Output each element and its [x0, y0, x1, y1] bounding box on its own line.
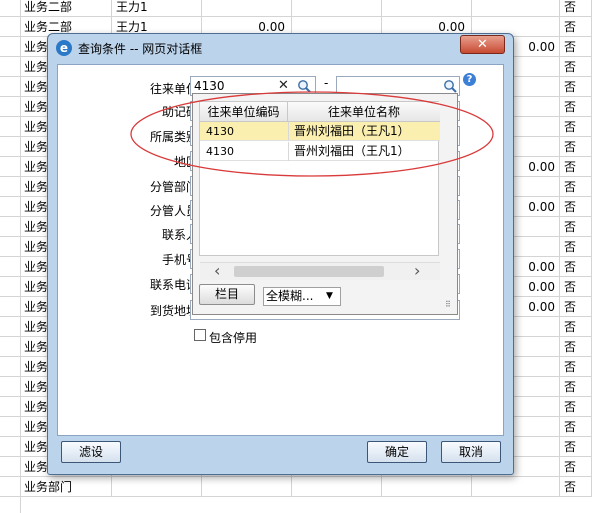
grid-cell-flag: 否 — [560, 97, 592, 117]
grid-cell-flag: 否 — [560, 417, 592, 437]
col-partner-name[interactable]: 往来单位名称 — [288, 102, 440, 122]
grid-cell-flag: 否 — [560, 0, 592, 17]
dialog-title: 查询条件 -- 网页对话框 — [78, 42, 203, 56]
magnifier-icon[interactable] — [443, 79, 457, 93]
include-disabled-checkbox[interactable] — [194, 329, 206, 341]
clear-x-icon[interactable]: ✕ — [278, 78, 289, 93]
division-label: 分管部门 — [149, 180, 198, 194]
grid-cell-flag: 否 — [560, 377, 592, 397]
mobile-label: 手机号 — [161, 253, 198, 267]
phone-label: 联系电话 — [149, 278, 198, 292]
horizontal-scrollbar[interactable]: ‹ › — [200, 262, 440, 280]
partner-results-table: 往来单位编码 往来单位名称 4130 晋州刘福田（王凡1） 4130 晋州刘福田… — [199, 101, 440, 280]
grid-cell-flag: 否 — [560, 277, 592, 297]
partner-dropdown: 往来单位编码 往来单位名称 4130 晋州刘福田（王凡1） 4130 晋州刘福田… — [192, 93, 458, 315]
grid-cell-dept: 业务二部 — [20, 0, 112, 17]
grid-cell-flag: 否 — [560, 157, 592, 177]
table-row[interactable]: 4130 晋州刘福田（王凡1） — [200, 142, 440, 161]
grid-cell-flag: 否 — [560, 437, 592, 457]
grid-cell-flag: 否 — [560, 17, 592, 37]
results-header: 往来单位编码 往来单位名称 — [200, 102, 440, 122]
grid-cell-name — [112, 477, 202, 497]
grid-cell-flag: 否 — [560, 217, 592, 237]
scroll-left-icon[interactable]: ‹ — [214, 263, 220, 279]
col-partner-code[interactable]: 往来单位编码 — [200, 102, 288, 122]
filter-button[interactable]: 滤设 — [61, 441, 121, 463]
row-name: 晋州刘福田（王凡1） — [294, 124, 410, 138]
row-separator — [288, 122, 289, 141]
grid-row: 业务部门 否 — [0, 477, 592, 497]
mnemonic-label: 助记码 — [161, 105, 198, 119]
region-label: 地区 — [173, 155, 198, 169]
grid-cell-flag: 否 — [560, 457, 592, 477]
partner-label: 往来单位 — [149, 82, 198, 96]
grid-cell-flag: 否 — [560, 317, 592, 337]
grid-cell-amt2 — [292, 0, 382, 17]
dialog-titlebar[interactable]: e 查询条件 -- 网页对话框 ✕ — [48, 34, 513, 62]
manager-label: 分管人员 — [149, 204, 198, 218]
grid-cell-flag: 否 — [560, 397, 592, 417]
scroll-thumb[interactable] — [234, 266, 384, 277]
ie-icon: e — [56, 40, 72, 56]
partner-input-value: 4130 — [194, 79, 225, 93]
category-label: 所属类别 — [149, 130, 198, 144]
grid-cell-flag: 否 — [560, 117, 592, 137]
row-separator — [288, 142, 289, 161]
resize-grip-icon[interactable]: ⠿ — [445, 300, 451, 309]
address-label: 到货地址 — [149, 304, 198, 318]
grid-cell-flag: 否 — [560, 57, 592, 77]
grid-cell-flag: 否 — [560, 177, 592, 197]
range-dash: - — [324, 76, 329, 90]
grid-cell-flag: 否 — [560, 237, 592, 257]
grid-cell-amt4 — [472, 477, 560, 497]
grid-cell-flag: 否 — [560, 77, 592, 97]
grid-cell-amt1 — [202, 477, 292, 497]
grid-cell-flag: 否 — [560, 257, 592, 277]
grid-cell-flag: 否 — [560, 297, 592, 317]
table-row[interactable]: 4130 晋州刘福田（王凡1） — [200, 122, 440, 141]
grid-cell-flag: 否 — [560, 197, 592, 217]
contact-label: 联系人 — [161, 228, 198, 242]
grid-cell-flag: 否 — [560, 337, 592, 357]
match-mode-value: 全模糊... — [266, 289, 314, 303]
row-code: 4130 — [206, 125, 234, 138]
grid-cell-flag: 否 — [560, 477, 592, 497]
grid-cell-amt1 — [202, 0, 292, 17]
help-icon[interactable]: ? — [463, 73, 476, 86]
grid-cell-flag: 否 — [560, 357, 592, 377]
include-disabled-label: 包含停用 — [209, 331, 258, 345]
close-button[interactable]: ✕ — [460, 35, 505, 54]
columns-button[interactable]: 栏目 — [199, 284, 255, 305]
grid-row: 业务二部 王力1 否 — [0, 0, 592, 17]
ok-button[interactable]: 确定 — [367, 441, 427, 463]
row-name: 晋州刘福田（王凡1） — [294, 144, 410, 158]
grid-cell-flag: 否 — [560, 37, 592, 57]
magnifier-icon[interactable] — [297, 79, 311, 93]
cancel-button[interactable]: 取消 — [441, 441, 501, 463]
grid-cell-flag: 否 — [560, 137, 592, 157]
grid-cell-amt4 — [472, 0, 560, 17]
grid-cell-amt2 — [292, 477, 382, 497]
grid-cell-amt3 — [382, 477, 472, 497]
grid-cell-amt3 — [382, 0, 472, 17]
chevron-down-icon: ▼ — [326, 291, 333, 301]
grid-cell-dept: 业务部门 — [20, 477, 112, 497]
grid-cell-name: 王力1 — [112, 0, 202, 17]
scroll-right-icon[interactable]: › — [414, 263, 420, 279]
match-mode-select[interactable]: 全模糊... ▼ — [263, 287, 341, 306]
row-code: 4130 — [206, 145, 234, 158]
